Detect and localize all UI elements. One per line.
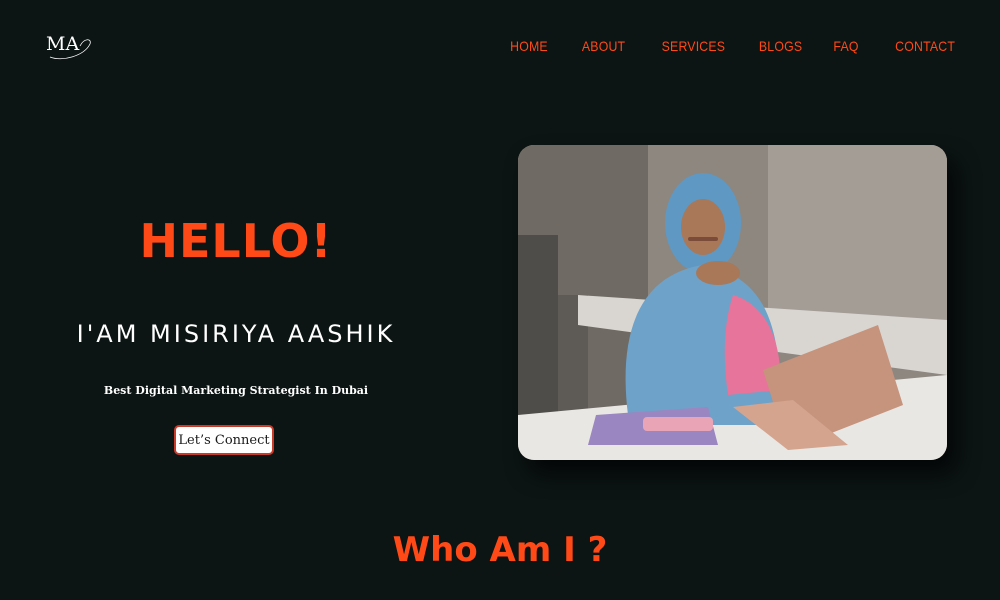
logo-text: MA bbox=[46, 33, 79, 55]
lets-connect-button[interactable]: Let’s Connect bbox=[174, 425, 274, 455]
nav-item-contact[interactable]: CONTACT bbox=[895, 38, 955, 54]
site-logo[interactable]: MA bbox=[44, 30, 92, 64]
nav-item-about[interactable]: ABOUT bbox=[582, 38, 625, 54]
about-heading: Who Am I ? bbox=[392, 530, 608, 570]
nav-item-blogs[interactable]: BLOGS bbox=[759, 38, 802, 54]
main-nav: HOME ABOUT SERVICES BLOGS FAQ CONTACT bbox=[505, 38, 955, 54]
nav-item-faq[interactable]: FAQ bbox=[834, 38, 859, 54]
logo-monogram-icon: MA bbox=[46, 33, 91, 60]
portrait-photo-icon bbox=[518, 145, 947, 460]
hero-tagline: Best Digital Marketing Strategist In Dub… bbox=[103, 384, 369, 397]
hero-photo bbox=[518, 145, 947, 460]
nav-item-home[interactable]: HOME bbox=[510, 38, 548, 54]
hero-name: I'AM MISIRIYA AASHIK bbox=[76, 320, 396, 348]
nav-item-services[interactable]: SERVICES bbox=[662, 38, 725, 54]
hero-greeting: HELLO! bbox=[139, 214, 333, 268]
